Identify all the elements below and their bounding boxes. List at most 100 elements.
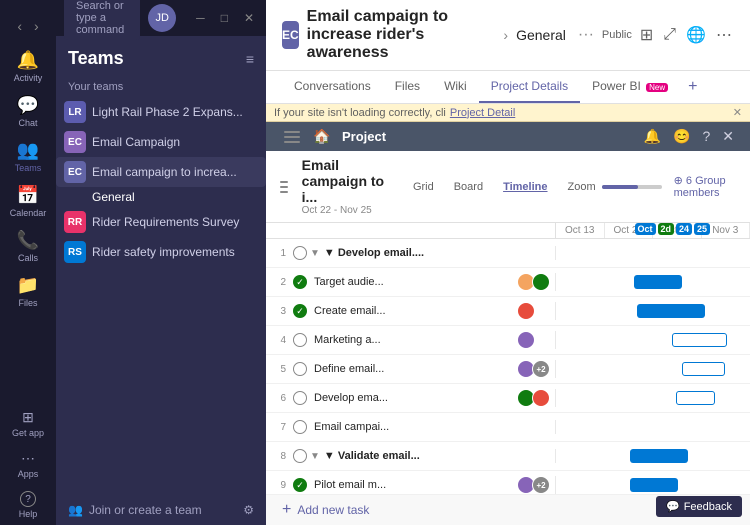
task-check[interactable] [290,362,310,376]
calls-icon: 📞 [17,230,39,251]
maximize-button[interactable]: □ [217,9,232,27]
home-icon[interactable]: 🏠 [310,128,334,145]
teams-icon: 👥 [17,140,39,161]
nav-item-apps[interactable]: ⋯ Apps [4,444,52,485]
globe-icon[interactable]: 🌐 [684,23,708,47]
check-circle[interactable] [293,304,307,318]
view-grid[interactable]: Grid [405,178,442,196]
team-item-rider-safety[interactable]: RS Rider safety improvements ··· [56,237,266,267]
nav-item-help[interactable]: ? Help [4,485,52,525]
nav-item-files[interactable]: 📁 Files [4,269,52,314]
check-circle[interactable] [293,478,307,492]
nav-item-calendar[interactable]: 📅 Calendar [4,179,52,224]
search-bar[interactable]: Search or type a command [64,0,140,40]
join-label: Join or create a team [89,503,202,517]
emoji-icon[interactable]: 😊 [673,128,690,145]
close-button[interactable]: ✕ [240,9,258,27]
planner-toolbar: Email campaign to i... Oct 22 - Nov 25 G… [266,151,750,223]
task-row[interactable]: 4 Marketing a... [266,326,750,355]
team-item-light-rail[interactable]: LR Light Rail Phase 2 Expans... ··· [56,97,266,127]
ham-line1 [284,131,300,133]
today-day2: 25 [694,223,710,235]
notification-link[interactable]: Project Detail [450,107,515,119]
planner-hamburger[interactable] [278,179,290,195]
view-board[interactable]: Board [446,178,491,196]
grid-icon[interactable]: ⊞ [638,23,655,47]
user-avatar[interactable]: JD [148,4,176,32]
expand-icon[interactable]: ⤢ [661,24,678,46]
nav-label-calls: Calls [18,253,38,263]
task-row[interactable]: 3 Create email... [266,297,750,326]
zoom-slider[interactable] [602,185,662,189]
nav-rail: ‹ › 🔔 Activity 💬 Chat 👥 Teams 📅 Calendar… [0,0,56,525]
ham-line2 [284,136,300,138]
check-circle[interactable] [293,275,307,289]
team-item-rider-req[interactable]: RR Rider Requirements Survey ··· [56,207,266,237]
filter-icon[interactable]: ≡ [246,51,254,67]
task-check[interactable] [290,304,310,318]
expand-icon[interactable]: ▼ [310,451,320,462]
team-item-email-campaign-top[interactable]: EC Email Campaign ··· [56,127,266,157]
task-check[interactable] [290,420,310,434]
nav-back-forward: ‹ › [5,8,50,44]
notification-bar: If your site isn't loading correctly, cl… [266,104,750,122]
task-row[interactable]: 2 Target audie... [266,268,750,297]
task-row[interactable]: 1 ▼ ▼ Develop email.... [266,239,750,268]
breadcrumb-separator: › [503,27,508,43]
bell-icon[interactable]: 🔔 [644,128,661,145]
header-icons: Public ⊞ ⤢ 🌐 ⋯ [602,23,734,47]
today-indicators: Oct 2d 24 25 [635,223,711,235]
task-check[interactable] [290,246,310,260]
task-check[interactable] [290,449,310,463]
task-check[interactable] [290,391,310,405]
minimize-button[interactable]: ─ [192,9,209,27]
check-circle[interactable] [293,246,307,260]
nav-item-chat[interactable]: 💬 Chat [4,89,52,134]
hamburger-menu[interactable] [282,129,302,145]
sidebar-join-button[interactable]: 👥 Join or create a team ⚙ [56,495,266,525]
tab-conversations[interactable]: Conversations [282,71,383,103]
more-options-icon[interactable]: ⋯ [714,23,734,47]
nav-label-apps: Apps [18,469,39,479]
notification-close-icon[interactable]: ✕ [733,106,742,119]
group-members-button[interactable]: ⊕ 6 Group members [674,174,738,199]
nav-forward-button[interactable]: › [30,16,43,36]
tab-wiki[interactable]: Wiki [432,71,479,103]
project-close-icon[interactable]: ✕ [722,128,734,145]
task-check[interactable] [290,333,310,347]
channel-item-general[interactable]: General [56,187,266,207]
tab-project-details[interactable]: Project Details [479,71,580,103]
assignee-avatar [517,331,535,349]
view-timeline[interactable]: Timeline [495,178,555,196]
channel-more-icon[interactable]: ··· [578,26,594,44]
project-area: 🏠 Project 🔔 😊 ? ✕ Email campaign to i.. [266,122,750,525]
task-row[interactable]: 5 Define email... +2 [266,355,750,384]
feedback-button[interactable]: 💬 Feedback [656,496,742,517]
help-question-icon[interactable]: ? [702,128,710,145]
task-col: 3 Create email... [266,302,556,320]
check-circle[interactable] [293,449,307,463]
nav-back-button[interactable]: ‹ [13,16,26,36]
task-row[interactable]: 7 Email campai... [266,413,750,442]
gantt-bar-outline [682,362,725,376]
nav-item-activity[interactable]: 🔔 Activity [4,44,52,89]
team-item-email-campaign-main[interactable]: EC Email campaign to increa... ··· [56,157,266,187]
task-check[interactable] [290,478,310,492]
expand-icon[interactable]: ▼ [310,248,320,259]
check-circle[interactable] [293,391,307,405]
tab-powerbi[interactable]: Power BI New [580,71,680,103]
check-circle[interactable] [293,420,307,434]
tab-files[interactable]: Files [383,71,432,103]
nav-item-teams[interactable]: 👥 Teams [4,134,52,179]
nav-item-getapp[interactable]: ⊞ Get app [4,403,52,444]
nav-item-calls[interactable]: 📞 Calls [4,224,52,269]
tab-add-button[interactable]: + [680,74,705,100]
task-check[interactable] [290,275,310,289]
task-number: 4 [266,335,290,346]
task-row[interactable]: 6 Develop ema... [266,384,750,413]
sidebar-settings-icon[interactable]: ⚙ [243,503,254,517]
task-row[interactable]: 8 ▼ ▼ Validate email... [266,442,750,471]
check-circle[interactable] [293,362,307,376]
check-circle[interactable] [293,333,307,347]
task-row[interactable]: 9 Pilot email m... +2 [266,471,750,494]
